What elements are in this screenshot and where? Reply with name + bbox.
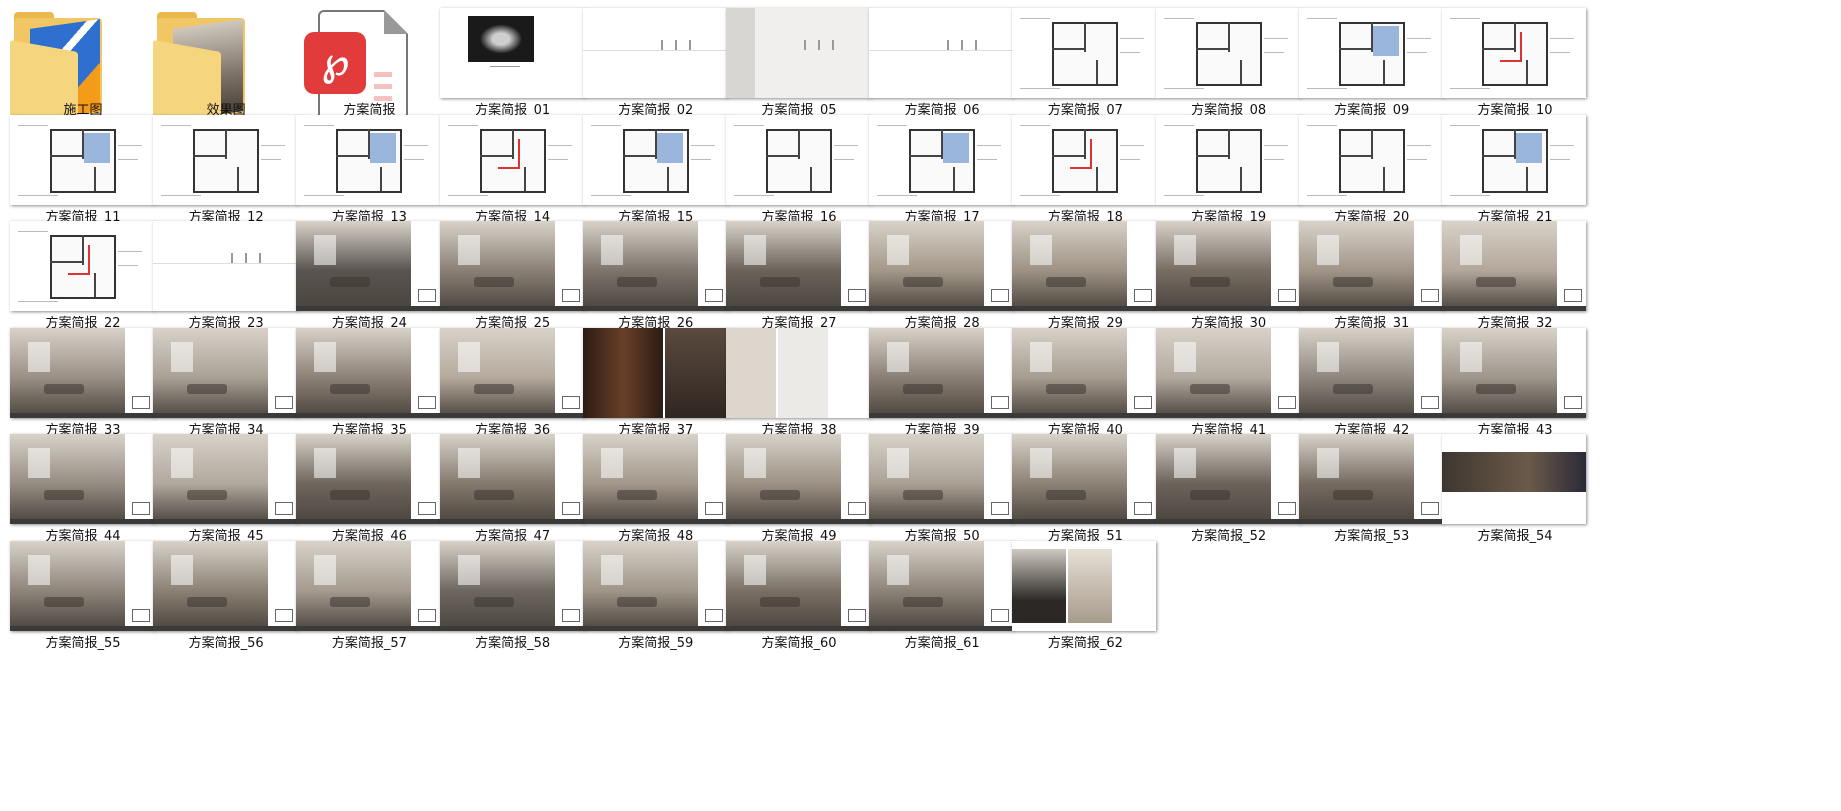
file-name-label: 方案简报_54 <box>1477 529 1553 545</box>
slide-thumbnail <box>1012 541 1157 631</box>
pdf-badge-icon: ℘ <box>304 32 367 94</box>
slide-thumbnail <box>1442 327 1586 418</box>
file-grid: WG施工图效果图℘方案简报方案简报_01方案简报_02方案简报_05方案简报_0… <box>0 0 1841 811</box>
slide-thumbnail <box>1442 114 1586 205</box>
file-item[interactable]: 方案简报_62 <box>990 533 1158 658</box>
slide-thumbnail <box>1442 221 1586 312</box>
slide-thumbnail <box>1442 8 1586 98</box>
file-name-label: 方案简报_62 <box>1047 636 1123 651</box>
slide-thumbnail <box>1442 434 1586 525</box>
file-item[interactable]: 方案简报_54 <box>1420 426 1588 551</box>
